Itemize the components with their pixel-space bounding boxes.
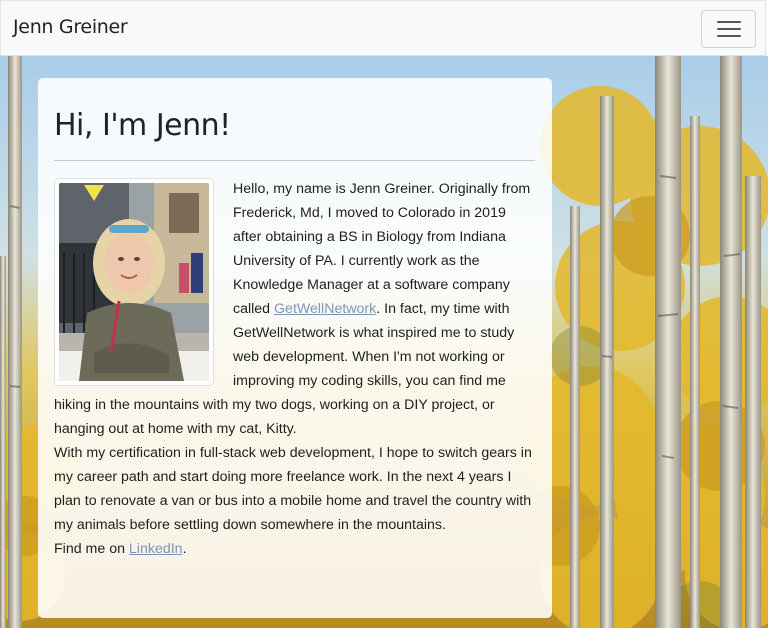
bio-paragraph-3: Find me on LinkedIn. — [54, 537, 538, 561]
bio-text: Hello, my name is Jenn Greiner. Original… — [54, 177, 538, 561]
title-divider — [54, 160, 535, 161]
find-me-period: . — [182, 541, 187, 557]
linkedin-link[interactable]: LinkedIn — [129, 541, 183, 557]
about-card: Hi, I'm Jenn! Hello, my name is Jenn Gre… — [38, 78, 552, 618]
navbar: Jenn Greiner — [0, 0, 766, 56]
getwellnetwork-link[interactable]: GetWellNetwork — [274, 301, 376, 317]
find-me-label: Find me on — [54, 541, 129, 557]
navbar-toggler-button[interactable] — [701, 10, 756, 48]
bio-paragraph-2: With my certification in full-stack web … — [54, 445, 532, 533]
bio-paragraph-1-start: Hello, my name is Jenn Greiner. Original… — [233, 181, 531, 317]
navbar-brand[interactable]: Jenn Greiner — [13, 16, 128, 38]
page-title: Hi, I'm Jenn! — [54, 108, 231, 143]
